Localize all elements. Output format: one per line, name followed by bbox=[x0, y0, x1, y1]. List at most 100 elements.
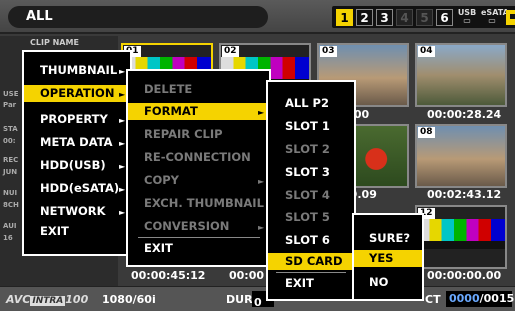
clip-info-label: Par bbox=[3, 101, 17, 109]
main-menu: THUMBNAIL ► OPERATION ► PROPERTY ► META … bbox=[22, 50, 132, 256]
thumbnail-number: 04 bbox=[418, 46, 435, 57]
clip-info-label: STA bbox=[3, 125, 18, 133]
confirm-dialog: SURE? YES NO bbox=[352, 213, 424, 301]
menu-item-all-p2[interactable]: ALL P2 bbox=[285, 96, 329, 110]
menu-item-slot-3[interactable]: SLOT 3 bbox=[285, 165, 330, 179]
slot-6-indicator: 6 bbox=[436, 8, 453, 26]
menu-item-copy[interactable]: COPY bbox=[144, 173, 179, 187]
menu-item-label: SLOT 5 bbox=[285, 210, 330, 224]
arrow-right-icon: ► bbox=[258, 223, 265, 232]
menu-item-hdd-esata[interactable]: HDD(eSATA) bbox=[40, 181, 119, 195]
clip-count-value: 0000/0015 bbox=[446, 291, 515, 307]
menu-item-label: EXCH. THUMBNAIL bbox=[144, 196, 264, 210]
confirm-prompt-label: SURE? bbox=[369, 231, 411, 245]
menu-item-label: NETWORK bbox=[40, 204, 106, 218]
thumbnail-clip[interactable]: 08 bbox=[415, 124, 507, 188]
arrow-right-icon: ► bbox=[119, 139, 126, 148]
yes-button-label: YES bbox=[369, 251, 394, 265]
menu-item-label: THUMBNAIL bbox=[40, 63, 118, 77]
clip-name-header: CLIP NAME bbox=[0, 36, 118, 50]
arrow-right-icon: ► bbox=[119, 90, 126, 99]
thumbnail-number: 08 bbox=[418, 127, 435, 138]
codec-label: AVC INTRA 100 bbox=[6, 293, 88, 306]
menu-item-delete[interactable]: DELETE bbox=[144, 82, 192, 96]
arrow-right-icon: ► bbox=[119, 185, 126, 194]
thumbnail-clip[interactable]: 04 bbox=[415, 43, 507, 107]
usb-label: USB bbox=[457, 8, 477, 17]
duration-label: DUR bbox=[226, 293, 253, 306]
arrow-right-icon: ► bbox=[119, 162, 126, 171]
menu-item-exit[interactable]: EXIT bbox=[40, 224, 69, 238]
menu-item-label: COPY bbox=[144, 173, 179, 187]
menu-item-label: SLOT 6 bbox=[285, 233, 330, 247]
duration-text: 0 bbox=[254, 296, 262, 309]
sd-card-icon bbox=[506, 9, 515, 25]
color-bars-image bbox=[417, 219, 505, 241]
menu-item-operation[interactable]: OPERATION bbox=[24, 85, 130, 102]
clip-info-label: NUI bbox=[3, 189, 18, 197]
menu-item-property[interactable]: PROPERTY bbox=[40, 112, 108, 126]
arrow-right-icon: ► bbox=[258, 108, 265, 117]
menu-item-label: SLOT 1 bbox=[285, 119, 330, 133]
menu-item-label: ALL P2 bbox=[285, 96, 329, 110]
no-button-label: NO bbox=[369, 275, 389, 289]
slot-1-indicator: 1 bbox=[336, 8, 353, 26]
menu-item-hdd-usb[interactable]: HDD(USB) bbox=[40, 158, 106, 172]
clip-count-current: 0000 bbox=[449, 292, 480, 305]
menu-item-label: OPERATION bbox=[40, 86, 115, 100]
operation-submenu: DELETE FORMAT ► REPAIR CLIP RE-CONNECTIO… bbox=[126, 69, 271, 267]
menu-item-label: SD CARD bbox=[285, 254, 343, 268]
slot-status-indicators: 1 2 3 4 5 6 USB ▭ eSATA ▭ bbox=[332, 6, 515, 28]
menu-item-slot-6[interactable]: SLOT 6 bbox=[285, 233, 330, 247]
menu-item-label: META DATA bbox=[40, 135, 113, 149]
no-button[interactable]: NO bbox=[369, 275, 388, 289]
menu-item-slot-4[interactable]: SLOT 4 bbox=[285, 188, 330, 202]
top-bar: ALL 1 2 3 4 5 6 USB ▭ eSATA ▭ bbox=[0, 0, 515, 34]
menu-item-label: EXIT bbox=[144, 241, 173, 255]
menu-item-label: RE-CONNECTION bbox=[144, 150, 251, 164]
menu-item-slot-2[interactable]: SLOT 2 bbox=[285, 142, 330, 156]
arrow-right-icon: ► bbox=[119, 67, 126, 76]
menu-item-sd-card[interactable]: SD CARD bbox=[268, 253, 354, 270]
status-bar: AVC INTRA 100 1080/60i DUR 0 CT 0000/0015 bbox=[0, 286, 515, 311]
clip-info-label: 8CH bbox=[3, 201, 19, 209]
menu-item-thumbnail[interactable]: THUMBNAIL bbox=[40, 63, 117, 77]
menu-item-exit[interactable]: EXIT bbox=[144, 241, 173, 255]
menu-item-label: DELETE bbox=[144, 82, 193, 96]
menu-divider bbox=[138, 237, 260, 238]
menu-item-network[interactable]: NETWORK bbox=[40, 204, 106, 218]
video-format: 1080/60i bbox=[102, 293, 156, 306]
clip-timecode: 00:00:28.24 bbox=[427, 108, 502, 121]
menu-item-label: HDD(eSATA) bbox=[40, 181, 120, 195]
menu-item-label: EXIT bbox=[285, 276, 314, 290]
menu-divider bbox=[276, 272, 346, 273]
menu-item-re-connection[interactable]: RE-CONNECTION bbox=[144, 150, 251, 164]
menu-item-conversion[interactable]: CONVERSION bbox=[144, 219, 229, 233]
codec-name: AVC bbox=[6, 293, 31, 306]
thumbnail-number: 02 bbox=[222, 46, 239, 57]
menu-item-meta-data[interactable]: META DATA bbox=[40, 135, 113, 149]
clip-timecode: 00:00:45:12 bbox=[131, 269, 206, 282]
menu-item-label: CONVERSION bbox=[144, 219, 230, 233]
menu-item-label: HDD(USB) bbox=[40, 158, 106, 172]
menu-item-exit[interactable]: EXIT bbox=[285, 276, 314, 290]
page-title: ALL bbox=[8, 6, 268, 28]
clip-info-label: REC bbox=[3, 156, 19, 164]
esata-icon: eSATA ▭ bbox=[481, 8, 509, 25]
clip-info-label: AUI bbox=[3, 222, 17, 230]
menu-item-format[interactable]: FORMAT bbox=[128, 103, 269, 120]
clip-timecode: 00:02:43.12 bbox=[427, 188, 502, 201]
clip-count-total: /0015 bbox=[479, 292, 515, 305]
clip-count-label: CT bbox=[425, 293, 441, 306]
thumbnail-clip[interactable]: 12 bbox=[415, 205, 507, 269]
menu-item-exch-thumbnail[interactable]: EXCH. THUMBNAIL bbox=[144, 196, 264, 210]
clip-info-label: JUN bbox=[3, 168, 18, 176]
menu-item-repair-clip[interactable]: REPAIR CLIP bbox=[144, 127, 223, 141]
yes-button[interactable]: YES bbox=[354, 250, 422, 267]
menu-item-slot-1[interactable]: SLOT 1 bbox=[285, 119, 330, 133]
menu-item-slot-5[interactable]: SLOT 5 bbox=[285, 210, 330, 224]
clip-info-label: 00: bbox=[3, 137, 16, 145]
slot-2-indicator: 2 bbox=[356, 8, 373, 26]
clip-timecode: 00:00 bbox=[229, 269, 265, 282]
slot-3-indicator: 3 bbox=[376, 8, 393, 26]
